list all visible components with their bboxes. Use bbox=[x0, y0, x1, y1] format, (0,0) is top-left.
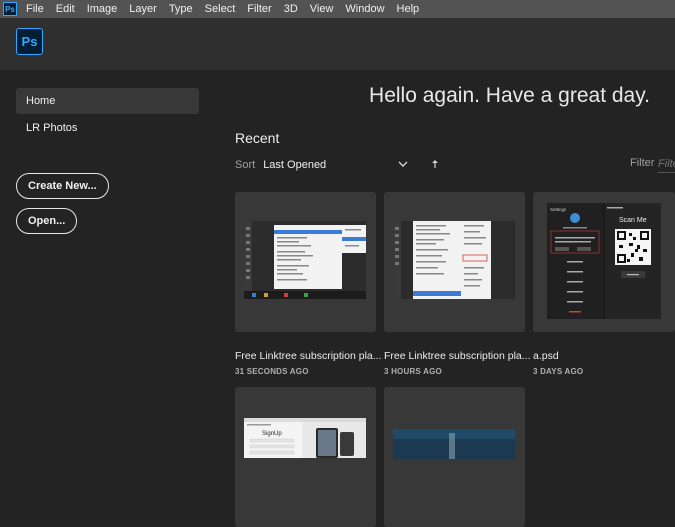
photoshop-app-icon[interactable]: Ps bbox=[3, 2, 17, 16]
sort-control: Sort Last Opened bbox=[235, 157, 326, 173]
blue-photo-screenshot-thumbnail bbox=[393, 429, 515, 459]
recent-heading: Recent bbox=[235, 130, 280, 146]
recent-file-name[interactable]: Free Linktree subscription pla... bbox=[384, 350, 531, 362]
sidebar: Home LR Photos Create New... Open... bbox=[0, 70, 215, 449]
menu-image[interactable]: Image bbox=[87, 0, 118, 18]
photoshop-menu-screenshot-thumbnail bbox=[393, 221, 515, 299]
menu-filter[interactable]: Filter bbox=[247, 0, 271, 18]
recent-file-time: 3 HOURS AGO bbox=[384, 367, 442, 376]
menu-3d[interactable]: 3D bbox=[284, 0, 298, 18]
filter-input[interactable] bbox=[658, 155, 675, 173]
recent-file-name[interactable]: Free Linktree subscription pla... bbox=[235, 350, 382, 362]
sign-up-heading: SignUp bbox=[262, 431, 282, 437]
menu-layer[interactable]: Layer bbox=[129, 0, 157, 18]
scan-me-heading: Scan Me bbox=[619, 217, 647, 224]
settings-heading: Settings bbox=[550, 207, 567, 212]
photoshop-logo[interactable]: Ps bbox=[16, 28, 43, 55]
recent-file-card[interactable]: SignUp bbox=[235, 387, 376, 527]
chevron-down-icon[interactable] bbox=[398, 159, 408, 169]
recent-file-card[interactable] bbox=[384, 387, 525, 527]
sidebar-item-home[interactable]: Home bbox=[16, 88, 199, 114]
app-header: Ps bbox=[0, 18, 675, 70]
menu-view[interactable]: View bbox=[310, 0, 334, 18]
menu-edit[interactable]: Edit bbox=[56, 0, 75, 18]
menu-window[interactable]: Window bbox=[345, 0, 384, 18]
recent-file-card[interactable]: Settings Scan Me bbox=[533, 192, 675, 332]
menu-select[interactable]: Select bbox=[205, 0, 236, 18]
photoshop-menu-screenshot-thumbnail bbox=[244, 221, 366, 299]
sort-label: Sort bbox=[235, 159, 256, 171]
create-new-button[interactable]: Create New... bbox=[16, 173, 109, 199]
signup-page-screenshot-thumbnail: SignUp bbox=[244, 418, 366, 458]
menu-file[interactable]: File bbox=[26, 0, 44, 18]
sort-direction-arrow-icon[interactable] bbox=[430, 159, 440, 169]
menu-help[interactable]: Help bbox=[397, 0, 420, 18]
menu-type[interactable]: Type bbox=[169, 0, 193, 18]
recent-file-name[interactable]: a.psd bbox=[533, 350, 559, 362]
menu-bar: Ps File Edit Image Layer Type Select Fil… bbox=[0, 0, 675, 18]
greeting-title: Hello again. Have a great day. bbox=[369, 84, 650, 107]
recent-file-card[interactable] bbox=[384, 192, 525, 332]
recent-file-time: 3 DAYS AGO bbox=[533, 367, 584, 376]
open-button[interactable]: Open... bbox=[16, 208, 78, 234]
recent-file-card[interactable] bbox=[235, 192, 376, 332]
sort-dropdown[interactable]: Last Opened bbox=[263, 159, 326, 171]
qr-code-settings-screenshot-thumbnail: Settings Scan Me bbox=[547, 203, 661, 319]
filter-label: Filter bbox=[630, 157, 655, 169]
sidebar-item-lr-photos[interactable]: LR Photos bbox=[16, 115, 199, 141]
recent-file-time: 31 SECONDS AGO bbox=[235, 367, 309, 376]
